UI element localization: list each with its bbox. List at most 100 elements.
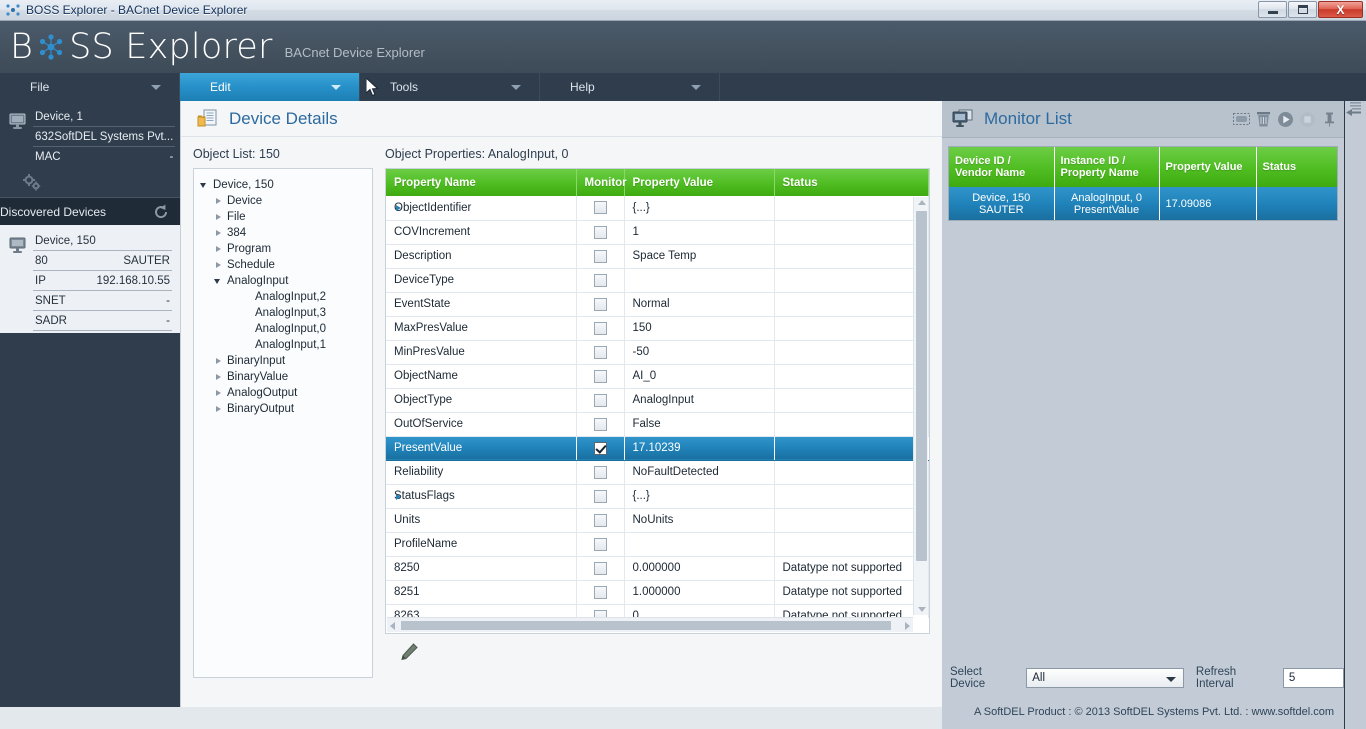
tree-node[interactable]: Device: [200, 193, 366, 209]
table-row[interactable]: Description Space Temp: [386, 244, 929, 269]
tree-node[interactable]: 384: [200, 225, 366, 241]
refresh-icon[interactable]: [152, 203, 170, 221]
chevron-right-icon[interactable]: [214, 389, 223, 398]
monitor-checkbox[interactable]: [593, 417, 607, 431]
play-icon[interactable]: [1277, 111, 1294, 128]
tree-node[interactable]: AnalogInput,0: [200, 321, 366, 337]
monitor-checkbox[interactable]: [593, 273, 607, 287]
table-row[interactable]: 8251 1.000000 Datatype not supported: [386, 580, 929, 605]
select-device-dropdown[interactable]: All: [1026, 668, 1184, 688]
table-row[interactable]: ProfileName: [386, 532, 929, 557]
chevron-right-icon[interactable]: [214, 405, 223, 414]
refresh-interval-input[interactable]: 5: [1282, 668, 1344, 688]
col-status[interactable]: Status: [774, 169, 929, 196]
table-row[interactable]: PresentValue 17.10239: [386, 436, 929, 461]
monitor-checkbox[interactable]: [593, 393, 607, 407]
mon-col-instance-id[interactable]: Instance ID / Property Name: [1054, 147, 1160, 187]
table-row[interactable]: EventState Normal: [386, 292, 929, 317]
tree-node[interactable]: AnalogInput: [200, 273, 366, 289]
minimize-button[interactable]: [1258, 1, 1287, 18]
menu-tools[interactable]: Tools: [360, 73, 540, 101]
chevron-right-icon[interactable]: [214, 261, 223, 270]
tree-node[interactable]: BinaryInput: [200, 353, 366, 369]
menu-edit[interactable]: Edit: [180, 73, 360, 101]
pencil-icon[interactable]: [399, 643, 419, 666]
monitor-checkbox[interactable]: [593, 489, 607, 503]
properties-horizontal-scrollbar[interactable]: [387, 617, 913, 632]
pin-icon[interactable]: [1321, 111, 1338, 128]
collapse-panel-icon[interactable]: [1345, 102, 1363, 123]
table-row[interactable]: Units NoUnits: [386, 508, 929, 533]
chevron-right-icon[interactable]: [214, 229, 223, 238]
chevron-right-icon[interactable]: [396, 493, 401, 500]
scroll-right-icon[interactable]: [905, 622, 910, 630]
maximize-button[interactable]: [1288, 1, 1317, 18]
chevron-right-icon[interactable]: [214, 245, 223, 254]
monitor-table-row[interactable]: Device, 150 SAUTER AnalogInput, 0 Presen…: [949, 187, 1337, 220]
monitor-checkbox[interactable]: [593, 441, 607, 455]
chevron-right-icon[interactable]: [214, 357, 223, 366]
col-monitor[interactable]: Monitor: [576, 169, 627, 196]
table-row[interactable]: StatusFlags {...}: [386, 484, 929, 509]
chevron-down-icon[interactable]: [200, 181, 209, 190]
monitor-checkbox[interactable]: [593, 297, 607, 311]
monitor-checkbox[interactable]: [593, 225, 607, 239]
tree-node[interactable]: Program: [200, 241, 366, 257]
delete-icon[interactable]: [1255, 111, 1272, 128]
monitor-checkbox[interactable]: [593, 561, 607, 575]
scroll-left-icon[interactable]: [390, 622, 395, 630]
table-row[interactable]: ObjectName AI_0: [386, 364, 929, 389]
table-row[interactable]: ObjectIdentifier {...}: [386, 196, 929, 221]
tree-node[interactable]: File: [200, 209, 366, 225]
monitor-checkbox[interactable]: [593, 369, 607, 383]
table-row[interactable]: 8263 0 Datatype not supported: [386, 604, 929, 618]
tree-node[interactable]: BinaryOutput: [200, 401, 366, 417]
table-row[interactable]: DeviceType: [386, 268, 929, 293]
object-tree[interactable]: Device, 150 Device File 384 Program Schedule A…: [193, 168, 373, 678]
tree-node[interactable]: Device, 150: [200, 177, 366, 193]
chevron-right-icon[interactable]: [214, 197, 223, 206]
local-device-card[interactable]: Device, 1 632 SoftDEL Systems Pvt... MAC…: [0, 101, 180, 193]
close-button[interactable]: X: [1318, 1, 1363, 18]
tree-node[interactable]: AnalogOutput: [200, 385, 366, 401]
table-row[interactable]: ObjectType AnalogInput: [386, 388, 929, 413]
tree-node[interactable]: AnalogInput,1: [200, 337, 366, 353]
monitor-checkbox[interactable]: [593, 585, 607, 599]
monitor-checkbox[interactable]: [593, 465, 607, 479]
table-row[interactable]: MaxPresValue 150: [386, 316, 929, 341]
select-all-icon[interactable]: [1233, 111, 1250, 128]
tree-node[interactable]: AnalogInput,3: [200, 305, 366, 321]
horizontal-scroll-thumb[interactable]: [401, 621, 891, 630]
vertical-scroll-thumb[interactable]: [916, 211, 927, 561]
table-row[interactable]: Reliability NoFaultDetected: [386, 460, 929, 485]
chevron-right-icon[interactable]: [214, 373, 223, 382]
tree-node[interactable]: Schedule: [200, 257, 366, 273]
mon-col-status[interactable]: Status: [1256, 147, 1337, 187]
monitor-checkbox[interactable]: [593, 249, 607, 263]
monitor-checkbox[interactable]: [593, 537, 607, 551]
scroll-down-icon[interactable]: [918, 607, 926, 612]
chevron-right-icon[interactable]: [396, 205, 401, 211]
col-property-value[interactable]: Property Value: [624, 169, 775, 196]
mon-col-property-value[interactable]: Property Value: [1159, 147, 1257, 187]
tree-node[interactable]: BinaryValue: [200, 369, 366, 385]
properties-vertical-scrollbar[interactable]: [913, 197, 928, 615]
tree-node[interactable]: AnalogInput,2: [200, 289, 366, 305]
col-property-name[interactable]: Property Name: [386, 169, 577, 196]
monitor-checkbox[interactable]: [593, 201, 607, 215]
chevron-down-icon[interactable]: [214, 277, 223, 286]
mon-col-device-id[interactable]: Device ID / Vendor Name: [949, 147, 1055, 187]
table-row[interactable]: 8250 0.000000 Datatype not supported: [386, 556, 929, 581]
menu-file[interactable]: File: [0, 73, 180, 101]
discovered-device-card[interactable]: Device, 150 80 SAUTER IP 192.168.10.55 S…: [0, 225, 180, 333]
table-row[interactable]: COVIncrement 1: [386, 220, 929, 245]
menu-help[interactable]: Help: [540, 73, 720, 101]
monitor-checkbox[interactable]: [593, 513, 607, 527]
gears-icon[interactable]: [20, 173, 46, 193]
chevron-right-icon[interactable]: [214, 213, 223, 222]
table-row[interactable]: MinPresValue -50: [386, 340, 929, 365]
scroll-up-icon[interactable]: [918, 200, 926, 205]
table-row[interactable]: OutOfService False: [386, 412, 929, 437]
monitor-checkbox[interactable]: [593, 345, 607, 359]
monitor-checkbox[interactable]: [593, 321, 607, 335]
